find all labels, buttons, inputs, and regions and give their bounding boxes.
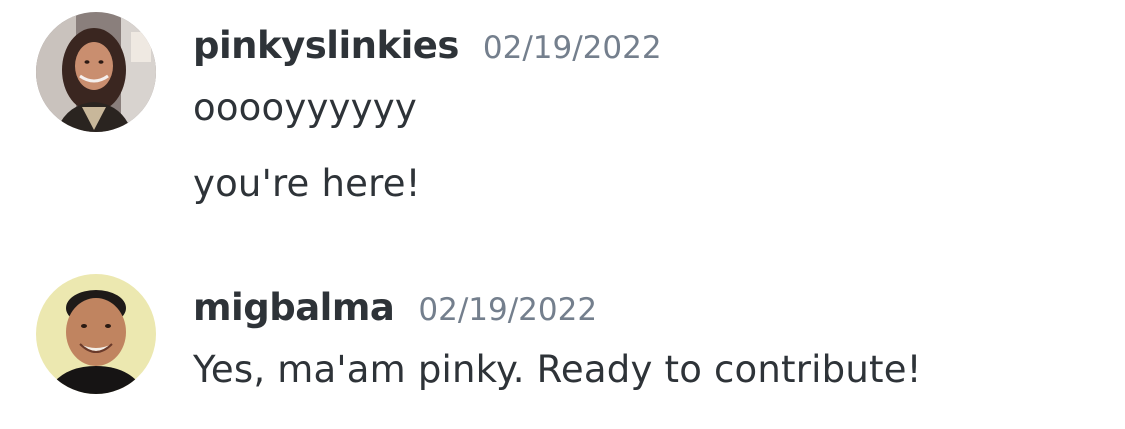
message-text: Yes, ma'am pinky. Ready to contribute! [193, 348, 922, 391]
user-avatar-icon[interactable] [36, 274, 156, 394]
username[interactable]: migbalma [193, 286, 395, 329]
user-avatar-icon[interactable] [36, 12, 156, 132]
message-header: pinkyslinkies 02/19/2022 [193, 24, 662, 67]
message-group-pinkyslinkies: pinkyslinkies 02/19/2022 ooooyyyyyy you'… [0, 0, 1125, 230]
timestamp: 02/19/2022 [418, 292, 598, 328]
message-group-migbalma: migbalma 02/19/2022 Yes, ma'am pinky. Re… [0, 260, 1125, 429]
message-text: you're here! [193, 162, 421, 205]
message-header: migbalma 02/19/2022 [193, 286, 597, 329]
message-text: ooooyyyyyy [193, 86, 417, 129]
username[interactable]: pinkyslinkies [193, 24, 459, 67]
timestamp: 02/19/2022 [482, 30, 662, 66]
